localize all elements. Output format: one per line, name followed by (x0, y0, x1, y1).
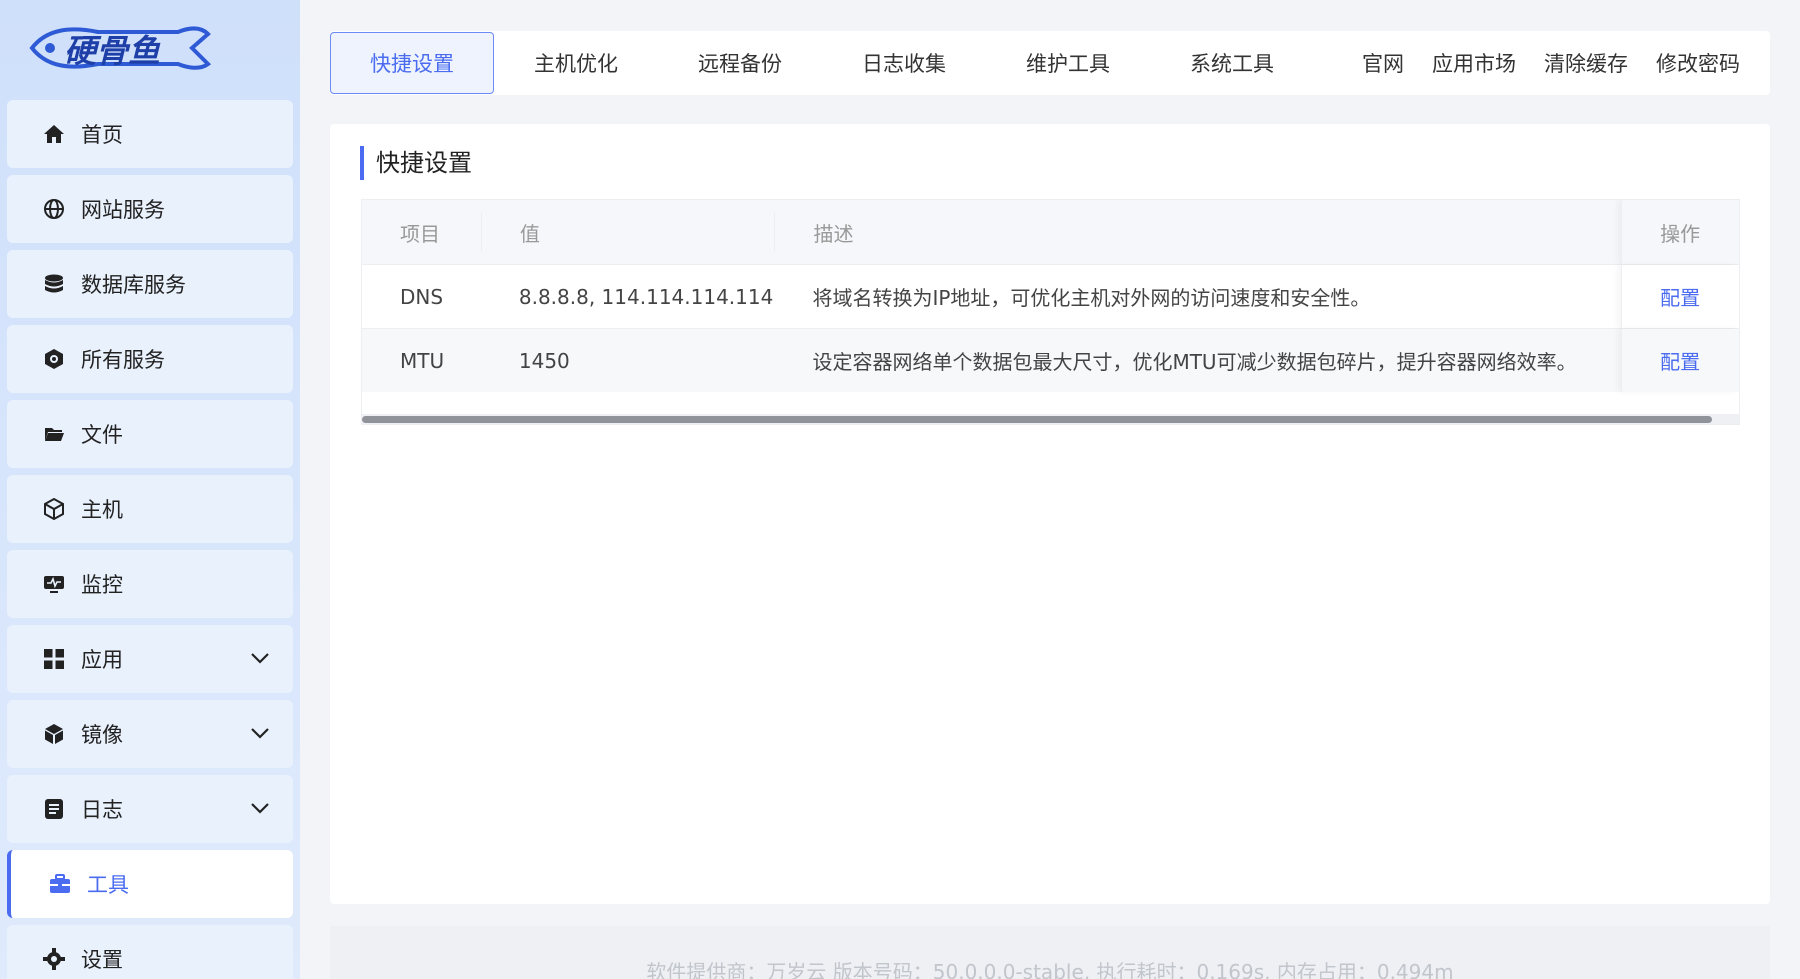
main-panel: 快捷设置 项目 值 描述 操作 DNS 8.8.8.8, 114.114.114… (330, 124, 1770, 904)
sidebar-item-label: 主机 (81, 498, 123, 522)
configure-dns-link[interactable]: 配置 (1660, 282, 1700, 311)
cell-operation: 配置 (1621, 265, 1739, 328)
sidebar-item-logs[interactable]: 日志 (7, 775, 293, 843)
sidebar-item-label: 首页 (81, 123, 123, 147)
logo-fish-icon: 硬骨鱼 (29, 26, 212, 70)
header-description: 描述 (774, 212, 1621, 252)
scrollbar-thumb[interactable] (362, 416, 1712, 423)
folder-icon (41, 421, 67, 447)
services-icon (41, 346, 67, 372)
sidebar-menu: 首页 网站服务 数据库服务 所有服务 文件 主机 监控 应用 镜像 日志 工具 … (7, 100, 293, 979)
cell-description: 设定容器网络单个数据包最大尺寸，优化MTU可减少数据包碎片，提升容器网络效率。 (812, 350, 1577, 374)
sidebar-item-files[interactable]: 文件 (7, 400, 293, 468)
panel-title: 快捷设置 (360, 146, 472, 180)
cell-value: 8.8.8.8, 114.114.114.114 (518, 284, 774, 309)
header-operation: 操作 (1621, 200, 1739, 264)
app-market-link[interactable]: 应用市场 (1418, 32, 1530, 94)
horizontal-scrollbar[interactable] (362, 414, 1739, 424)
settings-table: 项目 值 描述 操作 DNS 8.8.8.8, 114.114.114.114 … (361, 199, 1740, 425)
top-nav: 快捷设置 主机优化 远程备份 日志收集 维护工具 系统工具 官网 应用市场 清除… (330, 31, 1770, 95)
table-row: MTU 1450 设定容器网络单个数据包最大尺寸，优化MTU可减少数据包碎片，提… (362, 328, 1739, 392)
sidebar-item-monitor[interactable]: 监控 (7, 550, 293, 618)
sidebar-item-label: 设置 (81, 948, 123, 972)
configure-mtu-link[interactable]: 配置 (1660, 346, 1700, 375)
box-icon (41, 721, 67, 747)
cell-item: MTU (400, 348, 445, 373)
gear-icon (41, 946, 67, 972)
cell-item: DNS (400, 284, 444, 309)
sidebar-item-settings[interactable]: 设置 (7, 925, 293, 979)
footer-info: 软件提供商：万岁云 版本号码：50.0.0.0-stable, 执行耗时：0.1… (646, 960, 1454, 979)
table-header: 项目 值 描述 操作 (362, 200, 1739, 264)
header-value: 值 (480, 212, 775, 252)
cube-icon (41, 496, 67, 522)
tab-maintenance-tools[interactable]: 维护工具 (986, 32, 1150, 94)
monitor-icon (41, 571, 67, 597)
sidebar-item-label: 文件 (81, 423, 123, 447)
table-row: DNS 8.8.8.8, 114.114.114.114 将域名转换为IP地址，… (362, 264, 1739, 328)
log-icon (41, 796, 67, 822)
cell-value: 1450 (518, 348, 570, 373)
footer: 软件提供商：万岁云 版本号码：50.0.0.0-stable, 执行耗时：0.1… (330, 926, 1770, 979)
chevron-down-icon[interactable] (249, 722, 271, 744)
sidebar-item-label: 镜像 (81, 723, 123, 747)
sidebar-item-label: 应用 (81, 648, 123, 672)
logo[interactable]: 硬骨鱼 (28, 20, 218, 76)
sidebar-item-label: 所有服务 (81, 348, 165, 372)
tab-system-tools[interactable]: 系统工具 (1150, 32, 1314, 94)
sidebar-item-label: 监控 (81, 573, 123, 597)
clear-cache-link[interactable]: 清除缓存 (1530, 32, 1642, 94)
sidebar-item-home[interactable]: 首页 (7, 100, 293, 168)
tab-quick-settings[interactable]: 快捷设置 (330, 32, 494, 94)
header-item: 项目 (400, 221, 440, 246)
sidebar-item-label: 工具 (87, 873, 129, 897)
sidebar-item-images[interactable]: 镜像 (7, 700, 293, 768)
svg-text:硬骨鱼: 硬骨鱼 (64, 32, 161, 70)
sidebar-item-tools[interactable]: 工具 (7, 850, 293, 918)
tab-host-optimization[interactable]: 主机优化 (494, 32, 658, 94)
official-site-link[interactable]: 官网 (1348, 32, 1418, 94)
cell-description: 将域名转换为IP地址，可优化主机对外网的访问速度和安全性。 (812, 286, 1371, 310)
sidebar-item-label: 日志 (81, 798, 123, 822)
tab-log-collection[interactable]: 日志收集 (822, 32, 986, 94)
globe-icon (41, 196, 67, 222)
sidebar-item-apps[interactable]: 应用 (7, 625, 293, 693)
database-icon (41, 271, 67, 297)
chevron-down-icon[interactable] (249, 647, 271, 669)
sidebar-item-all-services[interactable]: 所有服务 (7, 325, 293, 393)
tab-remote-backup[interactable]: 远程备份 (658, 32, 822, 94)
chevron-down-icon[interactable] (249, 797, 271, 819)
sidebar-item-label: 网站服务 (81, 198, 165, 222)
sidebar: 硬骨鱼 首页 网站服务 数据库服务 所有服务 文件 主机 监控 应用 镜像 日志… (0, 0, 300, 979)
sidebar-item-label: 数据库服务 (81, 273, 186, 297)
apps-grid-icon (41, 646, 67, 672)
toolbox-icon (47, 871, 73, 897)
sidebar-item-database-service[interactable]: 数据库服务 (7, 250, 293, 318)
sidebar-item-host[interactable]: 主机 (7, 475, 293, 543)
home-icon (41, 121, 67, 147)
change-password-link[interactable]: 修改密码 (1642, 32, 1754, 94)
sidebar-item-website-service[interactable]: 网站服务 (7, 175, 293, 243)
cell-operation: 配置 (1621, 329, 1739, 392)
